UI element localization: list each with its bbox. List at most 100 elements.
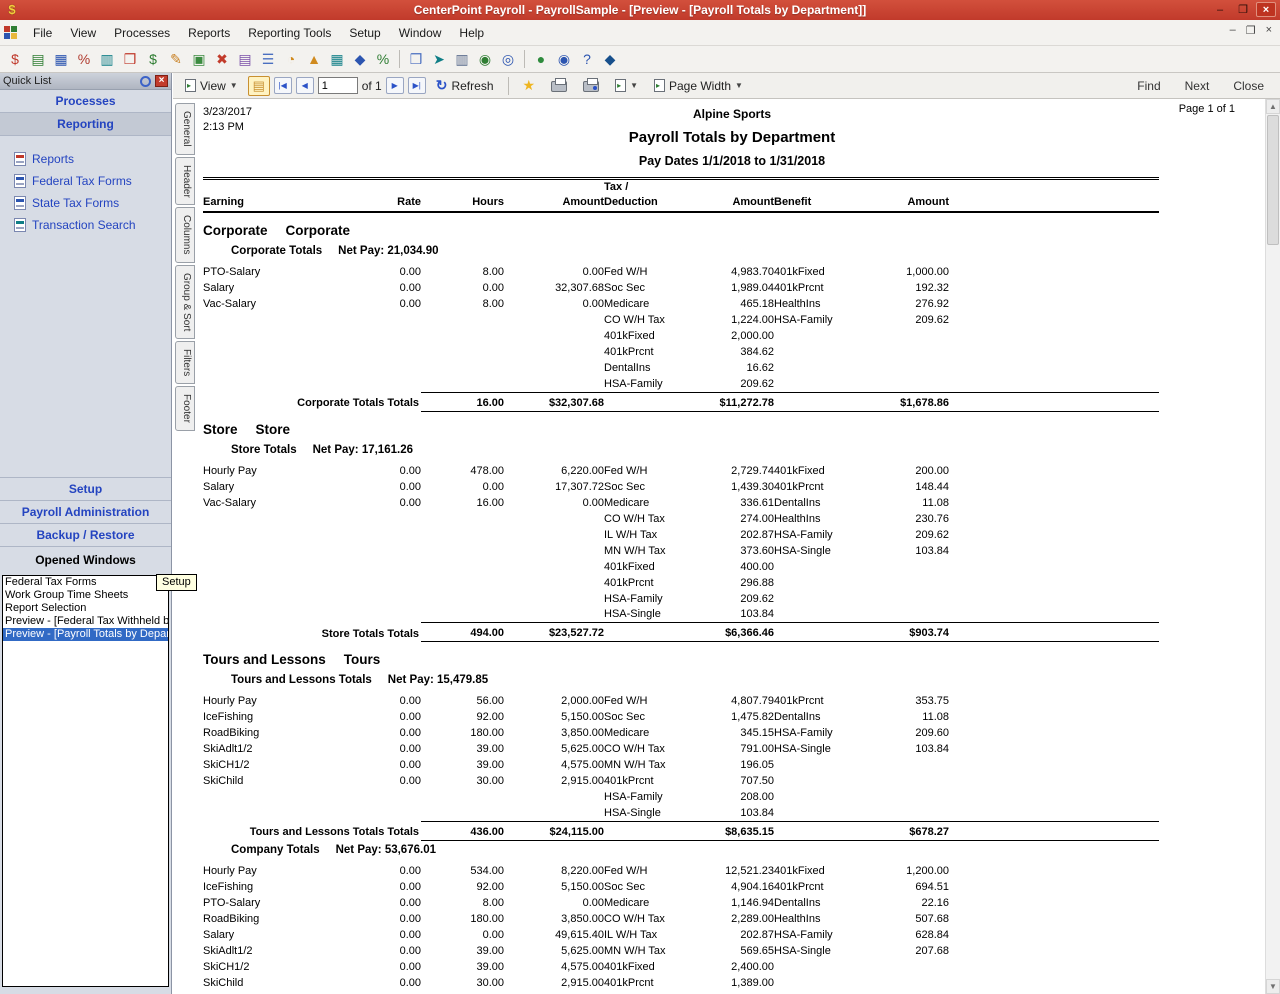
mdi-minimize-button[interactable]: – — [1230, 24, 1236, 37]
vertical-scrollbar[interactable]: ▲ ▼ — [1265, 99, 1280, 994]
help-icon[interactable]: ? — [576, 49, 598, 70]
system-menu-icon[interactable] — [4, 26, 18, 40]
last-page-button[interactable]: ▶| — [408, 77, 426, 94]
close-preview-button[interactable]: Close — [1223, 76, 1274, 96]
mdi-restore-button[interactable]: ❐ — [1246, 24, 1256, 37]
report-netpay-row: Tours and Lessons TotalsNet Pay: 15,479.… — [203, 671, 1159, 693]
first-page-button[interactable]: |◀ — [274, 77, 292, 94]
menu-window[interactable]: Window — [390, 22, 451, 44]
tab-filters[interactable]: Filters — [175, 341, 195, 384]
about-icon[interactable]: ◆ — [599, 49, 621, 70]
sidebar-item-backup-restore[interactable]: Backup / Restore — [0, 524, 171, 547]
view-icon — [185, 79, 196, 92]
menu-view[interactable]: View — [61, 22, 105, 44]
tab-general[interactable]: General — [175, 103, 195, 155]
pay-employees-icon[interactable]: ▤ — [27, 49, 49, 70]
print-button[interactable] — [545, 76, 573, 95]
find-button[interactable]: Find — [1127, 76, 1170, 96]
chart-icon[interactable]: ◆ — [349, 49, 371, 70]
opened-window-item[interactable]: Preview - [Federal Tax Withheld b — [3, 615, 168, 628]
void-icon[interactable]: ✖ — [211, 49, 233, 70]
scrollbar-thumb[interactable] — [1267, 115, 1279, 245]
export-button[interactable]: ▼ — [609, 76, 644, 95]
view-dropdown[interactable]: View ▼ — [179, 76, 244, 96]
web-icon[interactable]: ◉ — [553, 49, 575, 70]
tab-group-sort[interactable]: Group & Sort — [175, 265, 195, 339]
report-preview-icon[interactable]: ▥ — [451, 49, 473, 70]
sidebar-item-setup[interactable]: Setup — [0, 477, 171, 501]
world-icon[interactable]: ● — [530, 49, 552, 70]
tab-columns[interactable]: Columns — [175, 207, 195, 262]
menu-processes[interactable]: Processes — [105, 22, 179, 44]
mdi-close-button[interactable]: × — [1266, 24, 1272, 37]
opened-window-item[interactable]: Work Group Time Sheets — [3, 589, 168, 602]
company-icon[interactable]: ▦ — [326, 49, 348, 70]
sidebar-item-transaction-search[interactable]: Transaction Search — [0, 214, 171, 236]
favorite-button[interactable]: ★ — [517, 74, 542, 97]
close-button[interactable]: × — [1256, 2, 1276, 17]
menu-file[interactable]: File — [24, 22, 61, 44]
report-preview-pane: View ▼ ▤ |◀ ◀ of 1 ▶ ▶| ↻ Refresh ★ — [173, 73, 1280, 994]
next-page-button[interactable]: ▶ — [386, 77, 404, 94]
refresh-button[interactable]: ↻ Refresh — [430, 74, 500, 97]
chevron-down-icon: ▼ — [230, 81, 238, 90]
page-of-label: of 1 — [362, 79, 382, 93]
main-area: Quick List × Processes Reporting Reports… — [0, 73, 1280, 994]
calculator-icon[interactable]: ☰ — [257, 49, 279, 70]
report-row: 401kPrcnt384.62 — [203, 344, 1159, 360]
tab-header[interactable]: Header — [175, 157, 195, 206]
report-row: MN W/H Tax373.60HSA-Single103.84 — [203, 543, 1159, 559]
sidebar-item-processes[interactable]: Processes — [0, 90, 171, 112]
sidebar-item-state-tax-forms[interactable]: State Tax Forms — [0, 192, 171, 214]
money-icon[interactable]: $ — [142, 49, 164, 70]
new-window-icon[interactable]: ❒ — [405, 49, 427, 70]
sidebar-item-label: State Tax Forms — [32, 196, 119, 210]
menu-reports[interactable]: Reports — [179, 22, 239, 44]
edit-icon[interactable]: ✎ — [165, 49, 187, 70]
taxes-icon[interactable]: % — [73, 49, 95, 70]
sidebar-item-federal-tax-forms[interactable]: Federal Tax Forms — [0, 170, 171, 192]
opened-window-item[interactable]: Report Selection — [3, 602, 168, 615]
pin-icon[interactable] — [140, 76, 151, 87]
toolbar-separator — [524, 50, 525, 68]
scroll-up-icon[interactable]: ▲ — [1266, 99, 1280, 114]
menu-help[interactable]: Help — [450, 22, 493, 44]
minimize-button[interactable]: – — [1210, 2, 1230, 17]
menu-reporting-tools[interactable]: Reporting Tools — [239, 22, 340, 44]
payroll-entry-icon[interactable]: $ — [4, 49, 26, 70]
restore-button[interactable]: ❐ — [1233, 2, 1253, 17]
opened-window-item[interactable]: Preview - [Payroll Totals by Depart — [3, 628, 168, 641]
zoom-icon — [654, 79, 665, 92]
search-icon[interactable]: ◎ — [497, 49, 519, 70]
quick-entry-icon[interactable]: ▲ — [303, 49, 325, 70]
tab-footer[interactable]: Footer — [175, 386, 195, 431]
scroll-down-icon[interactable]: ▼ — [1266, 979, 1280, 994]
sidebar-item-payroll-administration[interactable]: Payroll Administration — [0, 501, 171, 524]
quick-list-title: Quick List — [3, 75, 140, 87]
previous-page-button[interactable]: ◀ — [296, 77, 314, 94]
opened-window-item[interactable]: Federal Tax Forms — [3, 576, 168, 589]
ledger-icon[interactable]: ▤ — [234, 49, 256, 70]
page-number-input[interactable] — [318, 77, 358, 94]
time-sheets-icon[interactable]: ▦ — [50, 49, 72, 70]
percent-icon[interactable]: % — [372, 49, 394, 70]
report-totals-row: Tours and Lessons Totals Totals436.00$24… — [203, 821, 1159, 840]
find-next-button[interactable]: Next — [1175, 76, 1220, 96]
report-row: HSA-Family209.62 — [203, 591, 1159, 607]
report-row: CO W/H Tax274.00HealthIns230.76 — [203, 511, 1159, 527]
report-row: HSA-Single103.84 — [203, 607, 1159, 623]
annotation-toggle-button[interactable]: ▤ — [248, 76, 270, 96]
reports-icon[interactable]: ▥ — [96, 49, 118, 70]
time-clock-icon[interactable]: ◔ — [280, 49, 302, 70]
menu-setup[interactable]: Setup — [340, 22, 389, 44]
spreadsheet-icon[interactable]: ▣ — [188, 49, 210, 70]
zoom-dropdown[interactable]: Page Width ▼ — [648, 76, 749, 96]
globe-money-icon[interactable]: ◉ — [474, 49, 496, 70]
quick-list-close-icon[interactable]: × — [155, 75, 168, 87]
pointer-icon[interactable]: ➤ — [428, 49, 450, 70]
sidebar-item-reports[interactable]: Reports — [0, 148, 171, 170]
report-row: HSA-Family208.00 — [203, 789, 1159, 805]
print-checks-icon[interactable]: ❒ — [119, 49, 141, 70]
sidebar-item-reporting[interactable]: Reporting — [0, 112, 171, 136]
print-setup-button[interactable] — [577, 76, 605, 95]
